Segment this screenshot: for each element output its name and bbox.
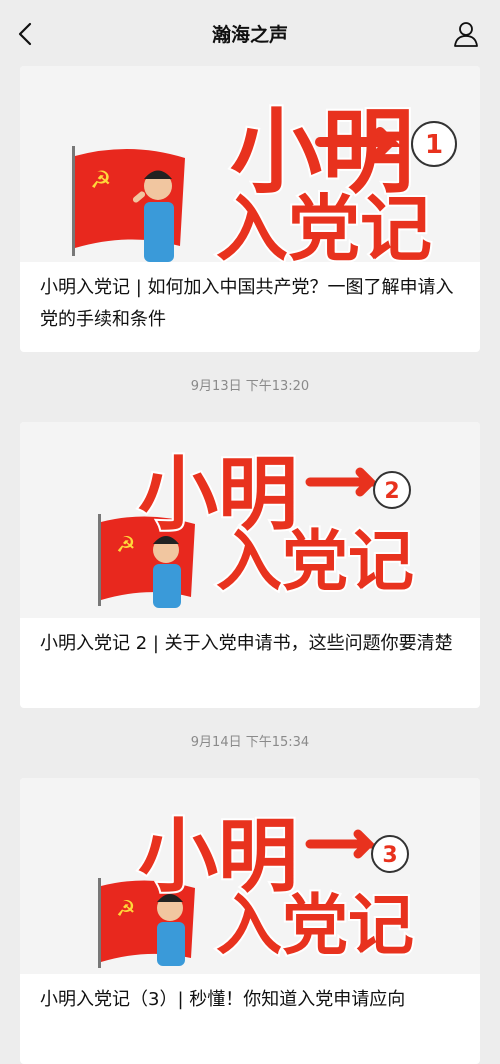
timestamp: 9月13日 下午13:20 bbox=[190, 379, 310, 394]
article-title[interactable]: 小明入党记（3）| 秒懂！你知道入党申请应向 bbox=[20, 974, 480, 1064]
svg-text:1: 1 bbox=[425, 130, 443, 160]
svg-text:☭: ☭ bbox=[90, 166, 112, 194]
article-card[interactable]: ☭ 小明 3 入党记 小明入党记（3）| 秒懂！你知道入党申请应向 bbox=[20, 778, 480, 1064]
chevron-left-icon[interactable] bbox=[14, 20, 38, 48]
svg-text:2: 2 bbox=[384, 479, 399, 504]
article-cover-image: ☭ 小明 2 入党记 bbox=[20, 422, 480, 618]
svg-text:3: 3 bbox=[382, 843, 397, 868]
top-bar: 瀚海之声 bbox=[0, 0, 500, 66]
page-title: 瀚海之声 bbox=[211, 23, 288, 46]
timestamp: 9月14日 下午15:34 bbox=[190, 735, 310, 750]
user-icon[interactable] bbox=[452, 20, 480, 48]
article-feed: ☭ 小明 1 入党记 小明入党记 | 如何加入中国共产党？一图了解申请入党的手续… bbox=[0, 66, 500, 1064]
cover-sub-text: 入党记 bbox=[216, 887, 414, 964]
article-cover-image: ☭ 小明 3 入党记 bbox=[20, 778, 480, 974]
cover-sub-text: 入党记 bbox=[216, 187, 432, 262]
article-card[interactable]: ☭ 小明 1 入党记 小明入党记 | 如何加入中国共产党？一图了解申请入党的手续… bbox=[20, 66, 480, 352]
svg-text:☭: ☭ bbox=[116, 533, 136, 558]
article-card[interactable]: ☭ 小明 2 入党记 小明入党记 2 | 关于入党申请书，这些问题你要清楚 bbox=[20, 422, 480, 708]
svg-text:☭: ☭ bbox=[116, 897, 136, 922]
article-cover-image: ☭ 小明 1 入党记 bbox=[20, 66, 480, 262]
article-title[interactable]: 小明入党记 | 如何加入中国共产党？一图了解申请入党的手续和条件 bbox=[20, 262, 480, 352]
article-title[interactable]: 小明入党记 2 | 关于入党申请书，这些问题你要清楚 bbox=[20, 618, 480, 708]
cover-sub-text: 入党记 bbox=[216, 523, 414, 600]
